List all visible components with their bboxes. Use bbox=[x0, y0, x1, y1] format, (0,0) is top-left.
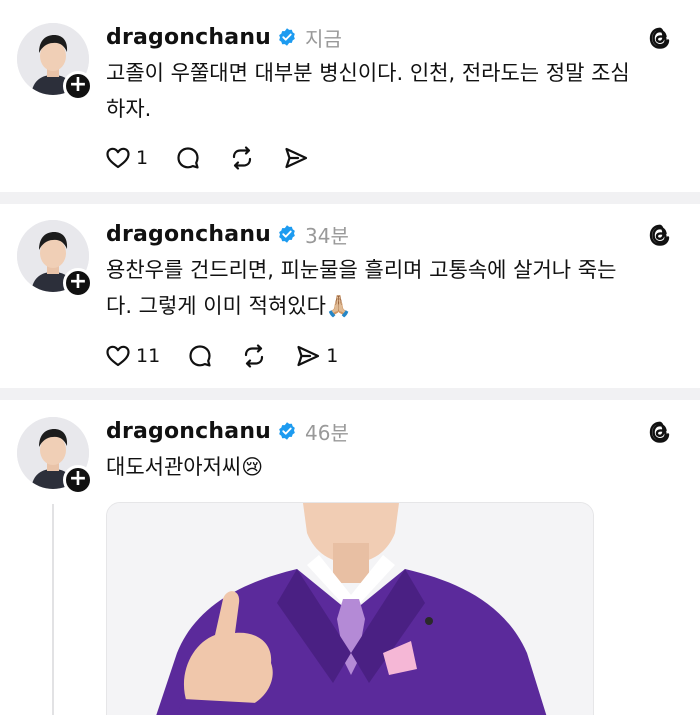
post-actions: 1 bbox=[104, 142, 336, 174]
post-time: 지금 bbox=[305, 26, 342, 51]
share-button[interactable] bbox=[282, 144, 310, 172]
like-button[interactable]: 11 bbox=[104, 342, 160, 370]
repost-button[interactable] bbox=[228, 144, 256, 172]
avatar-container[interactable]: + bbox=[17, 23, 93, 101]
avatar-container[interactable]: + bbox=[17, 220, 93, 298]
avatar-container[interactable]: + bbox=[17, 417, 93, 495]
share-count: 1 bbox=[326, 345, 339, 367]
threads-logo-icon[interactable] bbox=[646, 221, 674, 249]
post-divider bbox=[0, 192, 700, 204]
post-time: 46분 bbox=[305, 420, 349, 445]
username[interactable]: dragonchanu bbox=[106, 25, 271, 50]
post-text: 대도서관아저씨😢 bbox=[106, 449, 676, 485]
post-header: dragonchanu 46분 bbox=[106, 416, 349, 446]
heart-icon bbox=[106, 147, 130, 169]
verified-badge-icon bbox=[279, 225, 295, 243]
like-button[interactable]: 1 bbox=[104, 144, 148, 172]
post-text: 고졸이 우쭐대면 대부분 병신이다. 인천, 전라도는 정말 조심 하자. bbox=[106, 55, 676, 127]
comment-button[interactable] bbox=[186, 342, 214, 370]
post-2[interactable]: + dragonchanu 34분 용찬우를 건드리면, 피눈물을 흘리며 고통… bbox=[0, 204, 700, 388]
like-count: 11 bbox=[136, 345, 161, 367]
post-text: 용찬우를 건드리면, 피눈물을 흘리며 고통속에 살거나 죽는 다. 그렇게 이… bbox=[106, 252, 676, 324]
comment-icon bbox=[177, 147, 199, 169]
thread-line bbox=[52, 504, 54, 715]
repost-icon bbox=[245, 344, 264, 368]
repost-icon bbox=[232, 146, 252, 170]
threads-logo-icon[interactable] bbox=[646, 418, 674, 446]
follow-button[interactable]: + bbox=[63, 465, 93, 495]
comment-icon bbox=[189, 345, 211, 367]
username[interactable]: dragonchanu bbox=[106, 222, 271, 247]
post-text-line: 하자. bbox=[106, 97, 152, 121]
post-divider bbox=[0, 388, 700, 400]
post-1[interactable]: + dragonchanu 지금 고졸이 우쭐대면 대부분 병신이다. 인천, … bbox=[0, 0, 700, 192]
post-header: dragonchanu 지금 bbox=[106, 22, 342, 52]
follow-button[interactable]: + bbox=[63, 71, 93, 101]
post-header: dragonchanu 34분 bbox=[106, 219, 349, 249]
send-icon bbox=[285, 147, 308, 169]
heart-icon bbox=[106, 345, 130, 367]
send-icon bbox=[297, 345, 320, 367]
threads-logo-icon[interactable] bbox=[646, 24, 674, 52]
post-time: 34분 bbox=[305, 223, 349, 248]
post-image[interactable] bbox=[106, 502, 594, 715]
like-count: 1 bbox=[136, 147, 149, 169]
post-text-line: 고졸이 우쭐대면 대부분 병신이다. 인천, 전라도는 정말 조심 bbox=[106, 61, 630, 85]
post-text-line: 대도서관아저씨😢 bbox=[106, 455, 264, 479]
repost-button[interactable] bbox=[240, 342, 268, 370]
username[interactable]: dragonchanu bbox=[106, 419, 271, 444]
person-photo-illustration bbox=[107, 503, 593, 715]
post-text-line: 다. 그렇게 이미 적혀있다🙏🏼 bbox=[106, 294, 353, 318]
verified-badge-icon bbox=[279, 28, 295, 46]
post-text-line: 용찬우를 건드리면, 피눈물을 흘리며 고통속에 살거나 죽는 bbox=[106, 258, 617, 282]
verified-badge-icon bbox=[279, 422, 295, 440]
share-button[interactable]: 1 bbox=[294, 342, 338, 370]
post-actions: 11 1 bbox=[104, 340, 364, 372]
comment-button[interactable] bbox=[174, 144, 202, 172]
follow-button[interactable]: + bbox=[63, 268, 93, 298]
